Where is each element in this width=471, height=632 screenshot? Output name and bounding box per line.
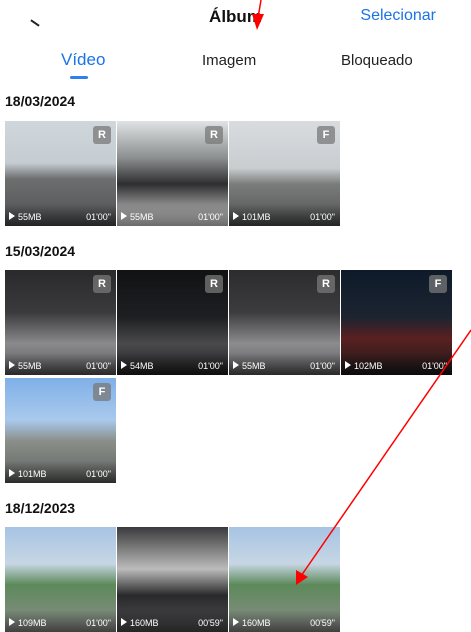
video-thumbnail[interactable]: F 101MB 01'00"	[5, 378, 116, 483]
file-size: 101MB	[242, 212, 271, 222]
video-thumbnail[interactable]: F 102MB 01'00"	[341, 270, 452, 375]
file-size: 55MB	[130, 212, 154, 222]
play-icon	[9, 618, 15, 626]
video-duration: 00'59"	[310, 618, 335, 628]
play-icon	[233, 361, 239, 369]
video-duration: 01'00"	[310, 212, 335, 222]
video-duration: 01'00"	[86, 618, 111, 628]
select-button[interactable]: Selecionar	[360, 7, 436, 25]
top-bar: Álbum Selecionar	[0, 0, 471, 40]
play-icon	[121, 212, 127, 220]
file-size: 160MB	[130, 618, 159, 628]
camera-badge: F	[317, 126, 335, 144]
file-size: 55MB	[242, 361, 266, 371]
video-thumbnail[interactable]: 109MB 01'00"	[5, 527, 116, 632]
video-duration: 01'00"	[310, 361, 335, 371]
active-tab-indicator	[70, 76, 88, 79]
tab-bar: Vídeo Imagem Bloqueado	[0, 40, 471, 80]
file-size: 55MB	[18, 212, 42, 222]
camera-badge: R	[205, 126, 223, 144]
video-thumbnail[interactable]: 160MB 00'59"	[117, 527, 228, 632]
video-thumbnail[interactable]: R 55MB 01'00"	[5, 270, 116, 375]
date-header: 15/03/2024	[5, 243, 76, 259]
video-thumbnail[interactable]: F 101MB 01'00"	[229, 121, 340, 226]
file-size: 160MB	[242, 618, 271, 628]
video-duration: 00'59"	[198, 618, 223, 628]
file-size: 55MB	[18, 361, 42, 371]
file-size: 101MB	[18, 469, 47, 479]
play-icon	[345, 361, 351, 369]
video-duration: 01'00"	[86, 469, 111, 479]
video-duration: 01'00"	[86, 361, 111, 371]
camera-badge: R	[93, 275, 111, 293]
video-thumbnail[interactable]: R 55MB 01'00"	[229, 270, 340, 375]
video-thumbnail[interactable]: R 55MB 01'00"	[117, 121, 228, 226]
play-icon	[9, 361, 15, 369]
camera-badge: F	[93, 383, 111, 401]
camera-badge: F	[429, 275, 447, 293]
tab-image[interactable]: Imagem	[202, 52, 256, 69]
video-duration: 01'00"	[422, 361, 447, 371]
video-thumbnail[interactable]: R 54MB 01'00"	[117, 270, 228, 375]
play-icon	[233, 212, 239, 220]
date-header: 18/03/2024	[5, 93, 76, 109]
file-size: 54MB	[130, 361, 154, 371]
video-duration: 01'00"	[86, 212, 111, 222]
camera-badge: R	[317, 275, 335, 293]
play-icon	[121, 618, 127, 626]
camera-badge: R	[205, 275, 223, 293]
video-duration: 01'00"	[198, 212, 223, 222]
video-thumbnail[interactable]: R 55MB 01'00"	[5, 121, 116, 226]
play-icon	[9, 469, 15, 477]
tab-video[interactable]: Vídeo	[61, 50, 105, 70]
tab-locked[interactable]: Bloqueado	[341, 52, 413, 69]
play-icon	[233, 618, 239, 626]
video-duration: 01'00"	[198, 361, 223, 371]
play-icon	[121, 361, 127, 369]
play-icon	[9, 212, 15, 220]
camera-badge: R	[93, 126, 111, 144]
file-size: 109MB	[18, 618, 47, 628]
file-size: 102MB	[354, 361, 383, 371]
date-header: 18/12/2023	[5, 500, 76, 516]
video-thumbnail[interactable]: 160MB 00'59"	[229, 527, 340, 632]
